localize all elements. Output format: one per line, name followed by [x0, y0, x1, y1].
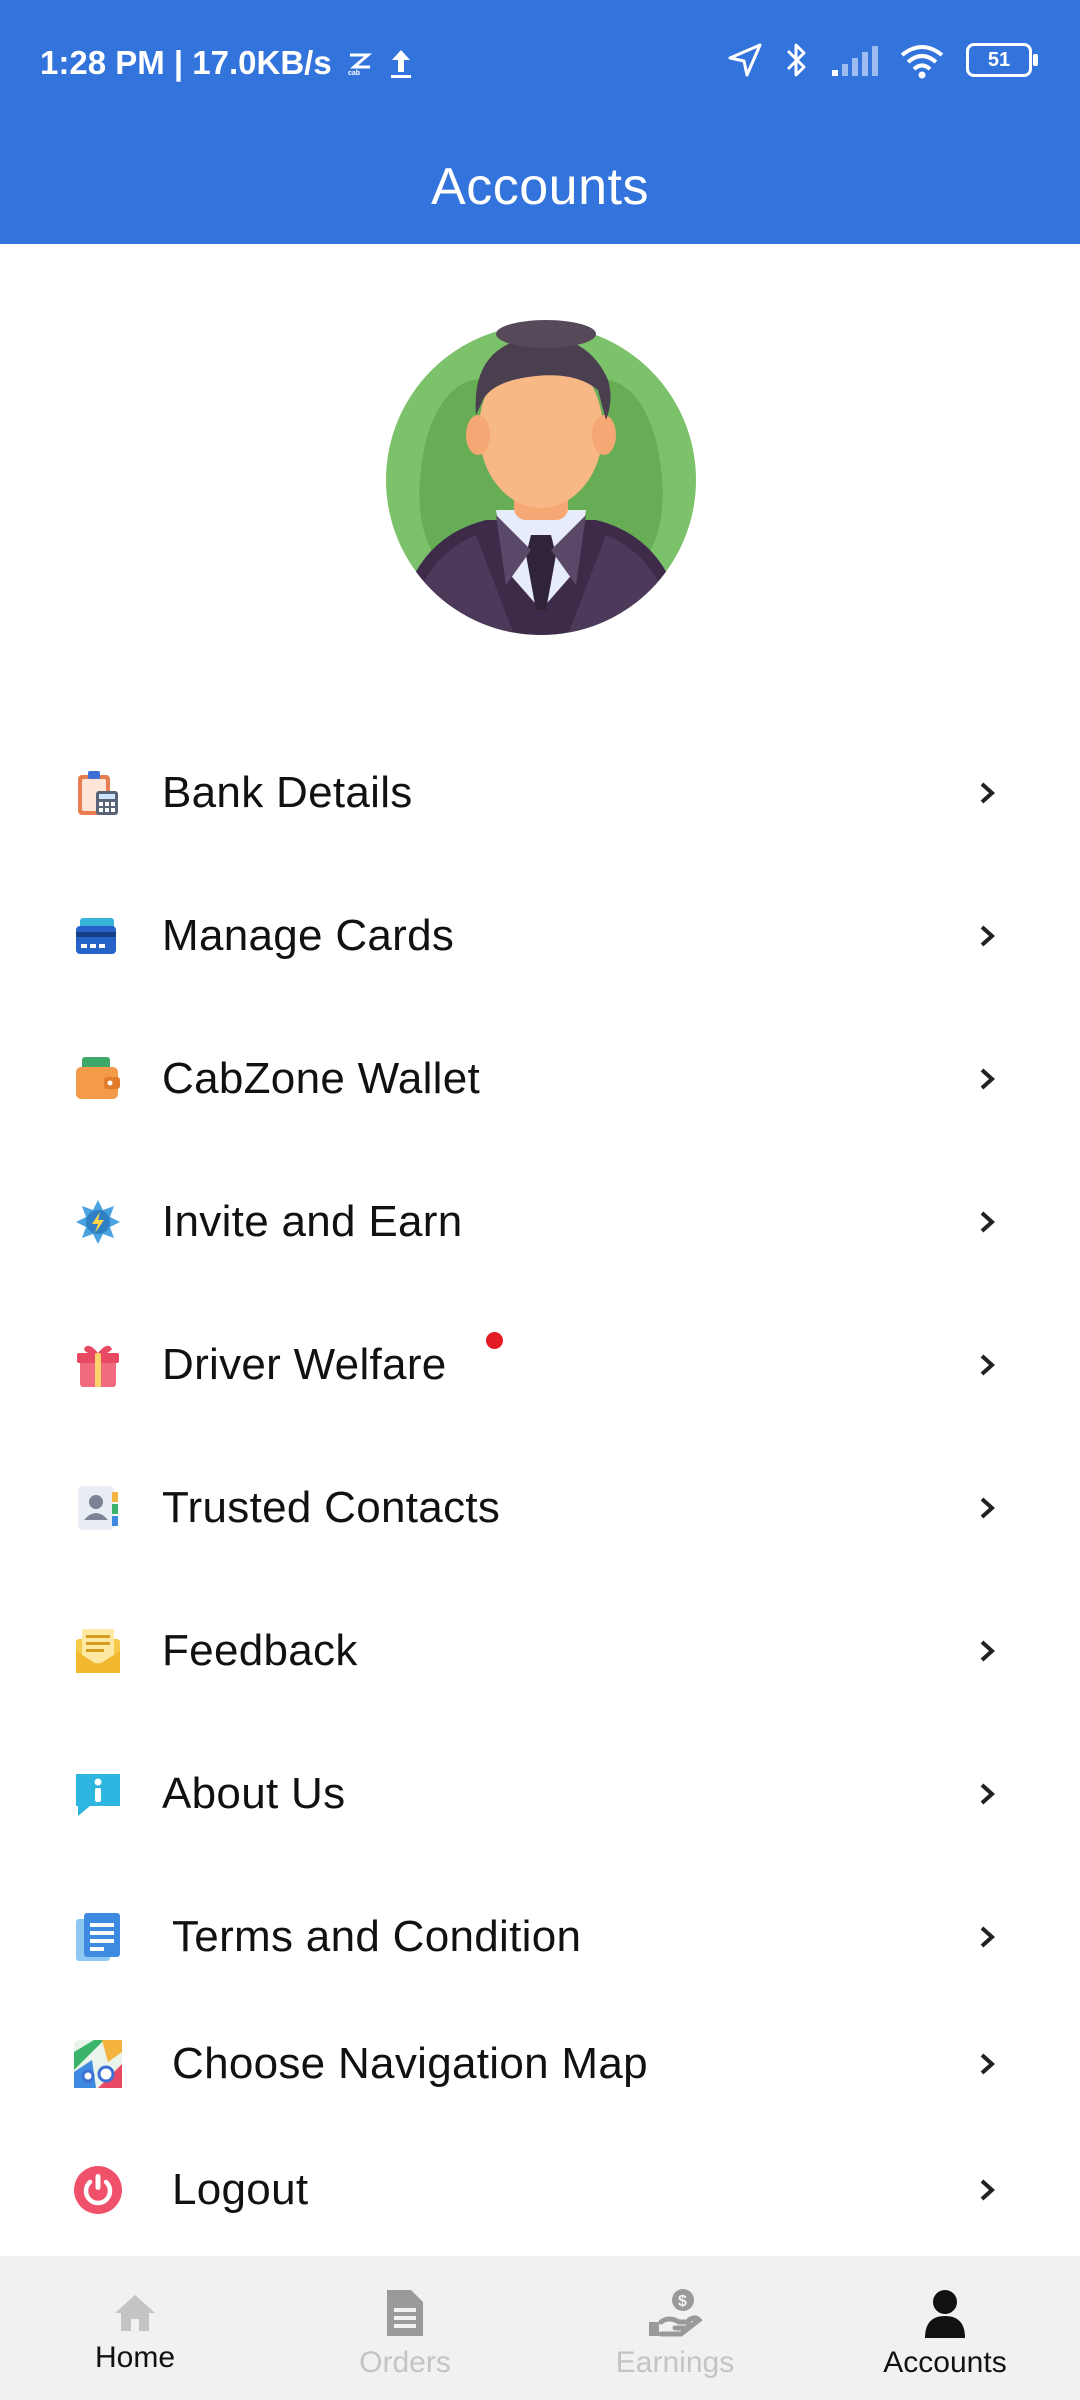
menu-item-cabzone-wallet[interactable]: CabZone Wallet	[0, 1019, 1080, 1139]
map-icon	[72, 2038, 124, 2090]
chevron-right-icon	[980, 1211, 995, 1233]
menu-item-logout[interactable]: Logout	[0, 2130, 1080, 2250]
wallet-icon	[72, 1053, 124, 1105]
tab-orders[interactable]: Orders	[270, 2256, 540, 2400]
menu-item-bank-details[interactable]: Bank Details	[0, 733, 1080, 853]
menu-item-trusted-contacts[interactable]: Trusted Contacts	[0, 1448, 1080, 1568]
location-arrow-icon	[728, 43, 762, 77]
menu-item-driver-welfare[interactable]: Driver Welfare	[0, 1305, 1080, 1425]
status-right: 51	[726, 40, 1038, 80]
upload-icon	[390, 50, 411, 78]
tab-label: Earnings	[615, 2346, 735, 2379]
tab-home[interactable]: Home	[0, 2256, 270, 2400]
menu-item-about-us[interactable]: About Us	[0, 1734, 1080, 1854]
menu-item-label: Trusted Contacts	[162, 1483, 501, 1532]
tab-earnings[interactable]: $ Earnings	[540, 2256, 810, 2400]
chevron-right-icon	[980, 1926, 995, 1948]
contacts-icon	[72, 1482, 124, 1534]
avatar[interactable]	[386, 310, 696, 640]
chevron-right-icon	[980, 2053, 995, 2075]
signal-icon	[832, 46, 878, 76]
person-icon	[925, 2290, 965, 2338]
wifi-icon	[900, 45, 944, 79]
menu-item-label: Bank Details	[162, 768, 413, 817]
gift-icon	[72, 1339, 124, 1391]
document-icon	[72, 1911, 124, 1963]
menu-item-label: Manage Cards	[162, 911, 455, 960]
menu-item-choose-navigation-map[interactable]: Choose Navigation Map	[0, 2004, 1080, 2124]
chevron-right-icon	[980, 1068, 995, 1090]
menu-item-label: Logout	[172, 2165, 309, 2214]
notification-badge	[486, 1332, 503, 1349]
menu-item-label: Feedback	[162, 1626, 358, 1675]
app-bar: Accounts	[0, 130, 1080, 244]
tab-label: Accounts	[883, 2346, 1007, 2379]
menu-item-label: Invite and Earn	[162, 1197, 463, 1246]
app-notification-icon: cab	[348, 53, 372, 77]
chevron-right-icon	[980, 925, 995, 947]
battery-level: 51	[987, 48, 1011, 71]
status-left: 1:28 PM | 17.0KB/s cab	[40, 44, 414, 82]
tab-label: Home	[94, 2341, 176, 2374]
power-icon	[72, 2164, 124, 2216]
bluetooth-icon	[786, 43, 806, 77]
chevron-right-icon	[980, 2179, 995, 2201]
svg-text:$: $	[678, 2293, 687, 2310]
status-time-speed: 1:28 PM | 17.0KB/s	[40, 44, 332, 81]
menu-item-label: About Us	[162, 1769, 346, 1818]
document-icon	[387, 2290, 423, 2336]
menu-item-label: Terms and Condition	[172, 1912, 582, 1961]
card-icon	[72, 910, 124, 962]
battery-icon: 51	[966, 43, 1038, 77]
chevron-right-icon	[980, 1783, 995, 1805]
menu-item-label: Driver Welfare	[162, 1340, 447, 1389]
menu-item-label: Choose Navigation Map	[172, 2039, 648, 2088]
menu-item-manage-cards[interactable]: Manage Cards	[0, 876, 1080, 996]
chevron-right-icon	[980, 1497, 995, 1519]
profile-avatar-icon	[386, 320, 696, 635]
tab-accounts[interactable]: Accounts	[810, 2256, 1080, 2400]
page-title: Accounts	[431, 158, 649, 216]
bottom-navigation: Home Orders $ Earnings Accounts	[0, 2256, 1080, 2400]
feedback-icon	[72, 1625, 124, 1677]
home-icon	[115, 2295, 155, 2331]
chevron-right-icon	[980, 1640, 995, 1662]
menu-item-invite-and-earn[interactable]: Invite and Earn	[0, 1162, 1080, 1282]
earnings-hand-icon: $	[649, 2289, 703, 2337]
status-bar: 1:28 PM | 17.0KB/s cab 51	[0, 0, 1080, 130]
menu-item-label: CabZone Wallet	[162, 1054, 481, 1103]
menu-item-feedback[interactable]: Feedback	[0, 1591, 1080, 1711]
tab-label: Orders	[359, 2346, 451, 2379]
menu-item-terms-and-condition[interactable]: Terms and Condition	[0, 1877, 1080, 1997]
bank-details-icon	[72, 767, 124, 819]
chevron-right-icon	[980, 1354, 995, 1376]
svg-text:cab: cab	[348, 70, 360, 77]
invite-icon	[72, 1196, 124, 1248]
info-icon	[72, 1768, 124, 1820]
chevron-right-icon	[980, 782, 995, 804]
